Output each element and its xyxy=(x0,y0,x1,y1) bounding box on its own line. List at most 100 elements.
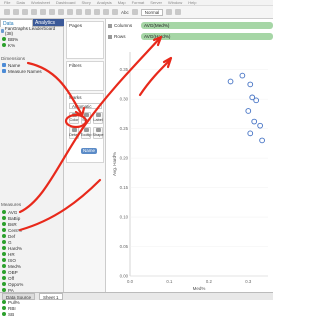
scatter-point[interactable] xyxy=(253,97,260,104)
menu-item-format[interactable]: Format xyxy=(132,0,145,5)
scatter-chart[interactable]: 0.00 0.05 0.10 0.15 0.20 0.25 0.30 0.35 0.0 0.1 0.… xyxy=(108,44,273,292)
measure-icon xyxy=(2,306,6,310)
shelves-column: Pages Filters Marks Automatic Color Size… xyxy=(64,19,106,292)
x-tick-label: 0.1 xyxy=(166,279,173,284)
scatter-point[interactable] xyxy=(251,118,258,125)
measure-item-sb[interactable]: SB xyxy=(0,311,64,317)
sort-desc-icon[interactable] xyxy=(94,9,100,15)
highlight-icon[interactable] xyxy=(112,9,118,15)
y-tick-label: 0.00 xyxy=(120,274,129,279)
chart-area[interactable]: 0.00 0.05 0.10 0.15 0.20 0.25 0.30 0.35 0.0 0.1 0.… xyxy=(108,44,273,292)
rows-pill[interactable]: AVG(Hard%) xyxy=(141,33,273,40)
list-item[interactable]: K% xyxy=(0,42,64,48)
clear-icon[interactable] xyxy=(67,9,73,15)
group-icon[interactable] xyxy=(103,9,109,15)
menu-item-window[interactable]: Window xyxy=(168,0,182,5)
y-tick-label: 0.30 xyxy=(120,97,129,102)
top-field-list: BB% K% xyxy=(0,36,64,48)
new-datasource-icon[interactable] xyxy=(40,9,46,15)
menu-item-analysis[interactable]: Analysis xyxy=(97,0,112,5)
mark-type-select[interactable]: Automatic xyxy=(69,103,102,109)
x-tick-label: 0.0 xyxy=(127,279,134,284)
scatter-point[interactable] xyxy=(257,122,263,129)
toolbar: Abc Normal xyxy=(0,6,273,19)
tab-sheet-1[interactable]: Sheet 1 xyxy=(39,293,63,300)
color-button[interactable]: Color xyxy=(69,112,79,124)
filters-card[interactable]: Filters xyxy=(66,61,104,91)
menu-item-help[interactable]: Help xyxy=(188,0,196,5)
menu-item-data[interactable]: Data xyxy=(16,0,24,5)
pages-card[interactable]: Pages xyxy=(66,21,104,59)
scatter-point[interactable] xyxy=(259,137,265,144)
dimension-list: Name Measure Names xyxy=(0,62,64,74)
fit-select[interactable]: Normal xyxy=(140,8,164,16)
y-tick-label: 0.15 xyxy=(120,185,129,190)
measure-icon xyxy=(2,270,6,274)
y-tick-label: 0.10 xyxy=(120,215,129,220)
detail-pill-name[interactable]: Name xyxy=(81,148,98,154)
tableau-logo-icon xyxy=(4,9,10,15)
measures-header: Measures xyxy=(1,202,22,207)
y-tick-label: 0.35 xyxy=(120,67,129,72)
measure-icon xyxy=(2,234,6,238)
sort-asc-icon[interactable] xyxy=(85,9,91,15)
scatter-point[interactable] xyxy=(247,130,254,137)
columns-icon xyxy=(108,23,112,28)
forward-icon[interactable] xyxy=(22,9,28,15)
duplicate-icon[interactable] xyxy=(58,9,64,15)
shape-button[interactable]: Shape xyxy=(93,127,104,139)
measure-icon xyxy=(2,240,6,244)
tooltip-icon xyxy=(83,128,89,132)
size-icon xyxy=(83,113,89,117)
text-toggle[interactable]: Abc xyxy=(121,10,129,15)
measure-icon xyxy=(2,246,6,250)
measure-icon xyxy=(2,216,6,220)
rows-label: Rows xyxy=(108,34,138,39)
detail-button[interactable]: Detail xyxy=(69,127,79,139)
scatter-point[interactable] xyxy=(239,72,246,79)
dimension-item-measure-names[interactable]: Measure Names xyxy=(0,68,64,74)
menu-item-story[interactable]: Story xyxy=(82,0,91,5)
columns-pill[interactable]: AVG(Med%) xyxy=(141,22,273,29)
swap-icon[interactable] xyxy=(76,9,82,15)
save-icon[interactable] xyxy=(31,9,37,15)
chart-icon[interactable] xyxy=(166,9,173,15)
rows-icon xyxy=(108,34,112,39)
menu-item-server[interactable]: Server xyxy=(150,0,162,5)
measure-icon xyxy=(2,264,6,268)
measure-icon xyxy=(2,282,6,286)
tab-data-source[interactable]: Data Source xyxy=(2,293,36,300)
x-axis-label: Med% xyxy=(193,286,206,291)
abc-icon xyxy=(2,63,6,67)
measure-icon xyxy=(2,258,6,262)
tooltip-button[interactable]: Tooltip xyxy=(81,127,92,139)
database-icon xyxy=(1,29,4,33)
y-tick-label: 0.25 xyxy=(120,126,129,131)
measure-icon xyxy=(2,228,6,232)
dimensions-header: Dimensions xyxy=(1,56,25,61)
scatter-point[interactable] xyxy=(247,81,254,88)
rows-shelf: Rows AVG(Hard%) xyxy=(108,32,273,41)
new-worksheet-icon[interactable] xyxy=(49,9,55,15)
abc-icon xyxy=(2,69,6,73)
marks-card: Marks Automatic Color Size Label Detail … xyxy=(66,93,104,163)
scatter-point[interactable] xyxy=(227,78,234,85)
size-button[interactable]: Size xyxy=(81,112,91,124)
measure-icon xyxy=(2,43,6,47)
sheet-tab-bar: Data Source Sheet 1 xyxy=(0,292,273,300)
pin-icon[interactable] xyxy=(131,9,138,15)
scatter-point[interactable] xyxy=(245,108,252,114)
y-axis-label: Avg. Hard% xyxy=(112,152,117,176)
menu-item-worksheet[interactable]: Worksheet xyxy=(31,0,50,5)
y-tick-label: 0.05 xyxy=(120,244,129,249)
menu-item-file[interactable]: File xyxy=(4,0,10,5)
menu-item-dashboard[interactable]: Dashboard xyxy=(56,0,76,5)
label-button[interactable]: Label xyxy=(93,112,103,124)
datasource-row[interactable]: FanGraphs Leaderboard (38) xyxy=(1,26,63,36)
presentation-icon[interactable] xyxy=(175,9,182,15)
measure-icon xyxy=(2,210,6,214)
back-icon[interactable] xyxy=(13,9,19,15)
label-icon xyxy=(95,113,101,117)
shape-icon xyxy=(95,128,101,132)
menu-item-map[interactable]: Map xyxy=(118,0,126,5)
